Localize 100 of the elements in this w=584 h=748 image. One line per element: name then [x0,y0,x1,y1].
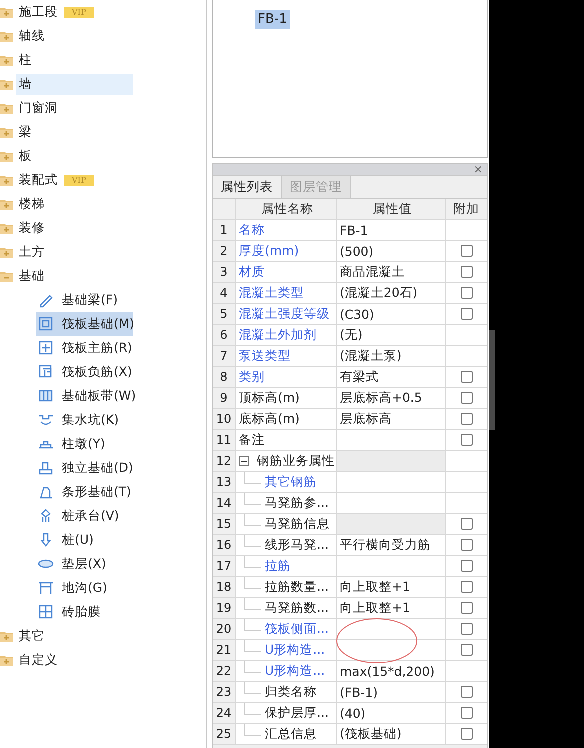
tree-item[interactable]: 施工段 VIP [0,0,206,24]
property-name: U形构造... [265,642,326,658]
tree-item[interactable]: 轴线 [0,24,206,48]
tree-item[interactable]: 基础梁(F) [36,288,133,312]
tree-item[interactable]: 垫层(X) [36,552,133,576]
property-name: 线形马凳... [265,536,329,554]
property-name: 名称 [239,222,265,238]
value-cell: 层底标高+0.5 [337,388,446,408]
column-header: 属性名称 [236,199,337,219]
column-header: 属性值 [337,199,446,219]
checkbox[interactable] [460,686,472,698]
checkbox[interactable] [460,539,472,551]
row-number: 24 [213,703,236,723]
tree-item[interactable]: 柱墩(Y) [36,432,133,456]
tree-item[interactable]: 基础 [0,264,206,288]
tree-item[interactable]: 楼梯 [0,192,206,216]
component-icon [38,460,54,476]
row-number: 23 [213,682,236,702]
tree-item[interactable]: 基础板带(W) [36,384,133,408]
folder-icon [0,126,13,138]
tree-item[interactable]: 筏板主筋(R) [36,336,133,360]
value-cell: FB-1 [337,220,446,240]
tree-item[interactable]: 筏板基础(M) [36,312,133,336]
checkbox[interactable] [460,602,472,614]
property-name: 拉筋数量... [265,578,329,596]
close-button[interactable]: × [470,164,487,175]
tree-item[interactable]: 土方 [0,240,206,264]
checkbox[interactable] [460,707,472,719]
row-number: 2 [213,241,236,261]
value-cell: (C30) [337,304,446,324]
row-number: 17 [213,556,236,576]
component-icon [38,532,54,548]
property-name: 其它钢筋 [265,474,317,490]
checkbox[interactable] [460,560,472,572]
tree-item[interactable]: 其它 [0,624,206,648]
checkbox[interactable] [460,728,472,740]
tree-item[interactable]: 集水坑(K) [36,408,133,432]
tree-item[interactable]: 门窗洞 [0,96,206,120]
tree-item[interactable]: 地沟(G) [36,576,133,600]
checkbox[interactable] [460,623,472,635]
property-name: 混凝土强度等级 [239,306,330,322]
folder-icon [0,150,13,162]
checkbox[interactable] [460,644,472,656]
folder-icon [0,198,13,210]
property-name: 钢筋业务属性 [257,452,335,470]
value-cell: 商品混凝土 [337,262,446,282]
checkbox[interactable] [460,413,472,425]
tree-item[interactable]: 自定义 [0,648,206,672]
property-name: 备注 [239,432,265,448]
value-cell: (40) [337,703,446,723]
folder-icon [0,630,13,642]
value-cell: 平行横向受力筋 [337,535,446,555]
splitter-handle[interactable] [489,330,495,430]
property-name: 马凳筋参... [265,494,329,512]
checkbox[interactable] [460,392,472,404]
checkbox[interactable] [460,518,472,530]
collapse-toggle[interactable] [239,456,249,466]
vip-badge: VIP [64,174,94,186]
tree-item[interactable]: 梁 [0,120,206,144]
folder-icon [0,78,13,90]
row-number: 3 [213,262,236,282]
row-number: 20 [213,619,236,639]
tree-item[interactable]: 筏板负筋(X) [36,360,133,384]
tree-item[interactable]: 板 [0,144,206,168]
checkbox[interactable] [460,245,472,257]
tree-item[interactable]: 装配式 VIP [0,168,206,192]
tree-item[interactable]: 桩承台(V) [36,504,133,528]
property-name: 保护层厚... [265,704,329,722]
tree-item[interactable]: 独立基础(D) [36,456,133,480]
row-number: 7 [213,346,236,366]
property-name: U形构造... [265,662,326,680]
value-cell: (混凝土20石) [337,283,446,303]
vip-badge: VIP [64,6,94,18]
component-item[interactable]: FB-1 [255,10,290,29]
folder-icon [0,246,13,258]
component-icon [38,604,54,620]
checkbox[interactable] [460,266,472,278]
folder-icon [0,30,13,42]
row-number: 21 [213,640,236,660]
checkbox[interactable] [460,434,472,446]
component-icon [38,340,54,356]
checkbox[interactable] [460,581,472,593]
row-number: 11 [213,430,236,450]
checkbox[interactable] [460,287,472,299]
property-name: 马凳筋数... [265,600,329,616]
tree-item[interactable]: 条形基础(T) [36,480,133,504]
row-number: 15 [213,514,236,534]
row-number: 5 [213,304,236,324]
tree-item[interactable]: 装修 [0,216,206,240]
tree-item[interactable]: 桩(U) [36,528,133,552]
value-cell: max(15*d,200) [337,661,446,681]
value-cell: 向上取整+1 [337,598,446,618]
tree-item[interactable]: 墙 [0,72,206,96]
property-name: 泵送类型 [239,348,291,364]
tree-item[interactable]: 砖胎膜 [36,600,133,624]
value-cell: (无) [337,325,446,345]
checkbox[interactable] [460,371,472,383]
tree-item[interactable]: 柱 [0,48,206,72]
checkbox[interactable] [460,308,472,320]
row-number: 9 [213,388,236,408]
